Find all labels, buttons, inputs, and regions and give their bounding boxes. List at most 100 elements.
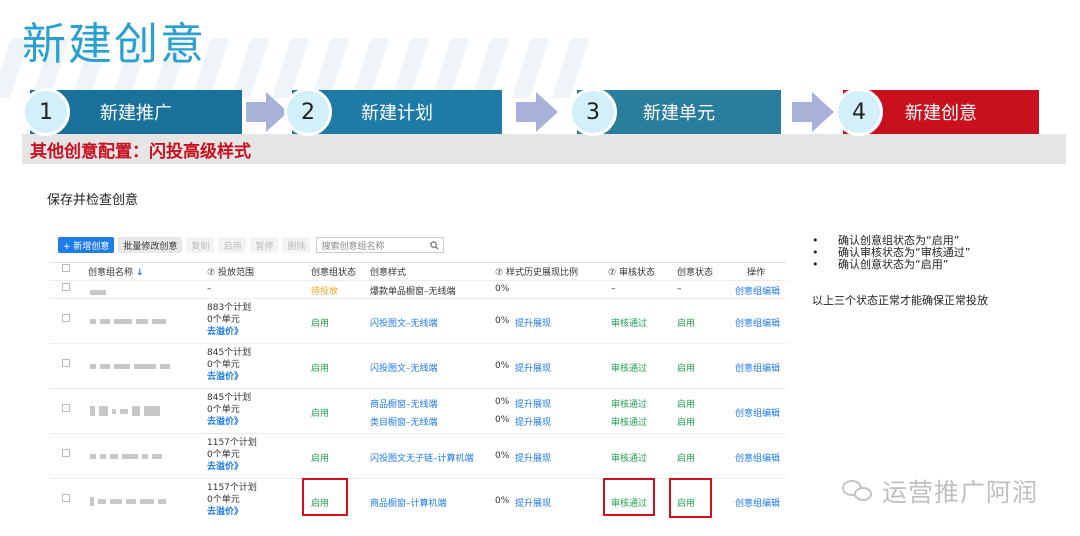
arrow-right-icon xyxy=(246,92,288,132)
help-icon: ⑦ xyxy=(207,268,218,278)
blurred-name xyxy=(90,497,166,506)
blurred-name xyxy=(90,454,162,459)
search-input[interactable]: 搜索创意组名称 xyxy=(316,237,445,253)
units-count: 0个单元 xyxy=(207,360,240,370)
blurred-name xyxy=(90,406,160,416)
edit-group-link[interactable]: 创意组编辑 xyxy=(735,496,780,509)
ratio-text: 0% xyxy=(495,361,510,371)
scope-cell: 1157个计划 0个单元 去溢价》 xyxy=(207,482,257,518)
audit-status: – xyxy=(611,284,616,294)
plans-count: 845个计划 xyxy=(207,348,252,358)
ratio-text: 0% xyxy=(495,496,510,506)
creative-status: 启用 xyxy=(677,418,696,428)
plans-count: 1157个计划 xyxy=(207,483,257,493)
edit-group-link[interactable]: 创意组编辑 xyxy=(735,406,780,419)
table-row: 883个计划 0个单元 去溢价》 启用 闪投图文–无线端 0% 提升展现 审核通… xyxy=(50,298,786,343)
blurred-name xyxy=(90,290,106,295)
row-checkbox[interactable] xyxy=(62,404,70,412)
audit-status: 审核通过 xyxy=(611,364,648,374)
group-status: 启用 xyxy=(311,454,330,464)
table-header: 创意组名称 ↓ ⑦ 投放范围 创意组状态 创意样式 ⑦ 样式历史展现比例 ⑦ 审… xyxy=(50,262,786,280)
config-bar-label: 其他创意配置：闪投高级样式 xyxy=(30,141,251,162)
edit-group-link[interactable]: 创意组编辑 xyxy=(735,361,780,374)
help-icon: ⑦ xyxy=(608,268,619,278)
style-link[interactable]: 商品橱窗–计算机端 xyxy=(370,496,447,509)
bid-link[interactable]: 去溢价》 xyxy=(207,326,251,338)
row-checkbox[interactable] xyxy=(62,359,70,367)
toolbar: + 新增创意 批量修改创意 复制 启用 暂停 删除 搜索创意组名称 xyxy=(58,237,445,253)
header-ops: 操作 xyxy=(747,268,766,278)
step-label: 新建创意 xyxy=(905,103,977,124)
table-row: 1157个计划 0个单元 去溢价》 启用 闪投图文无子链–计算机端 0% 提升展… xyxy=(50,433,786,478)
highlight-creative-status xyxy=(669,478,712,518)
style-link[interactable]: 闪投图文无子链–计算机端 xyxy=(370,451,474,464)
ratio-text: 0% xyxy=(495,284,510,294)
creative-status: 启用 xyxy=(677,364,696,374)
batch-edit-button[interactable]: 批量修改创意 xyxy=(118,237,183,253)
scope-cell: 845个计划 0个单元 去溢价》 xyxy=(207,347,251,383)
promote-link[interactable]: 提升展现 xyxy=(515,397,551,410)
edit-group-link[interactable]: 创意组编辑 xyxy=(735,316,780,329)
ratio-text: 0% xyxy=(495,415,510,425)
slide-title: 新建创意 xyxy=(22,19,206,70)
plans-count: 883个计划 xyxy=(207,303,252,313)
style-link[interactable]: 商品橱窗–无线端 xyxy=(370,397,438,410)
edit-group-link[interactable]: 创意组编辑 xyxy=(735,284,780,297)
enable-button[interactable]: 启用 xyxy=(218,237,247,253)
wechat-icon xyxy=(842,478,876,504)
sort-arrow-icon[interactable]: ↓ xyxy=(136,268,144,278)
promote-link[interactable]: 提升展现 xyxy=(515,316,551,329)
header-ratio: ⑦ 样式历史展现比例 xyxy=(495,268,578,278)
audit-status: 审核通过 xyxy=(611,319,648,329)
promote-link[interactable]: 提升展现 xyxy=(515,451,551,464)
promote-link[interactable]: 提升展现 xyxy=(515,361,551,374)
step-4: 4 新建创意 xyxy=(835,88,1039,136)
bid-link[interactable]: 去溢价》 xyxy=(207,371,251,383)
units-count: 0个单元 xyxy=(207,405,240,415)
style-text: 爆款单品橱窗–无线端 xyxy=(370,287,456,297)
select-all-checkbox[interactable] xyxy=(62,264,70,272)
promote-link[interactable]: 提升展现 xyxy=(515,415,551,428)
step-label: 新建单元 xyxy=(643,103,715,124)
bid-link[interactable]: 去溢价》 xyxy=(207,461,257,473)
table-row: 845个计划 0个单元 去溢价》 启用 闪投图文–无线端 0% 提升展现 审核通… xyxy=(50,343,786,388)
scope-cell: 1157个计划 0个单元 去溢价》 xyxy=(207,437,257,473)
step-2: 2 新建计划 xyxy=(284,88,502,136)
copy-button[interactable]: 复制 xyxy=(186,237,215,253)
style-link[interactable]: 闪投图文–无线端 xyxy=(370,361,438,374)
edit-group-link[interactable]: 创意组编辑 xyxy=(735,451,780,464)
check-list: 确认创意组状态为“启用” 确认审核状态为“审核通过” 确认创意状态为“启用” xyxy=(812,235,970,272)
row-checkbox[interactable] xyxy=(62,314,70,322)
delete-button[interactable]: 删除 xyxy=(282,237,311,253)
promote-link[interactable]: 提升展现 xyxy=(515,496,551,509)
help-icon: ⑦ xyxy=(495,268,506,278)
row-checkbox[interactable] xyxy=(62,283,70,291)
step-label: 新建计划 xyxy=(361,103,433,124)
step-1: 1 新建推广 xyxy=(22,88,242,136)
step-number: 3 xyxy=(569,88,617,136)
bid-link[interactable]: 去溢价》 xyxy=(207,416,251,428)
table-row: – 待投放 爆款单品橱窗–无线端 0% – – 创意组编辑 xyxy=(50,280,786,298)
bid-link[interactable]: 去溢价》 xyxy=(207,506,257,518)
scope-cell: 883个计划 0个单元 去溢价》 xyxy=(207,302,251,338)
row-checkbox[interactable] xyxy=(62,449,70,457)
header-group-status: 创意组状态 xyxy=(311,268,357,278)
row-checkbox[interactable] xyxy=(62,494,70,502)
plans-count: 1157个计划 xyxy=(207,438,257,448)
header-name[interactable]: 创意组名称 ↓ xyxy=(88,265,143,278)
header-creative-status: 创意状态 xyxy=(677,268,714,278)
style-link[interactable]: 闪投图文–无线端 xyxy=(370,316,438,329)
scope-text: – xyxy=(207,284,212,294)
audit-status: 审核通过 xyxy=(611,454,648,464)
check-item: 确认创意状态为“启用” xyxy=(812,259,970,272)
watermark: 运营推广阿润 xyxy=(842,473,1038,509)
search-icon[interactable] xyxy=(430,240,439,250)
highlight-audit-status xyxy=(603,478,655,516)
search-placeholder: 搜索创意组名称 xyxy=(321,241,385,252)
pause-button[interactable]: 暂停 xyxy=(250,237,279,253)
group-status: 启用 xyxy=(311,409,330,419)
style-link[interactable]: 类目橱窗–无线端 xyxy=(370,415,438,428)
add-creative-button[interactable]: + 新增创意 xyxy=(58,237,115,253)
config-bar: 其他创意配置：闪投高级样式 xyxy=(22,134,1066,164)
group-status: 待投放 xyxy=(311,287,339,297)
